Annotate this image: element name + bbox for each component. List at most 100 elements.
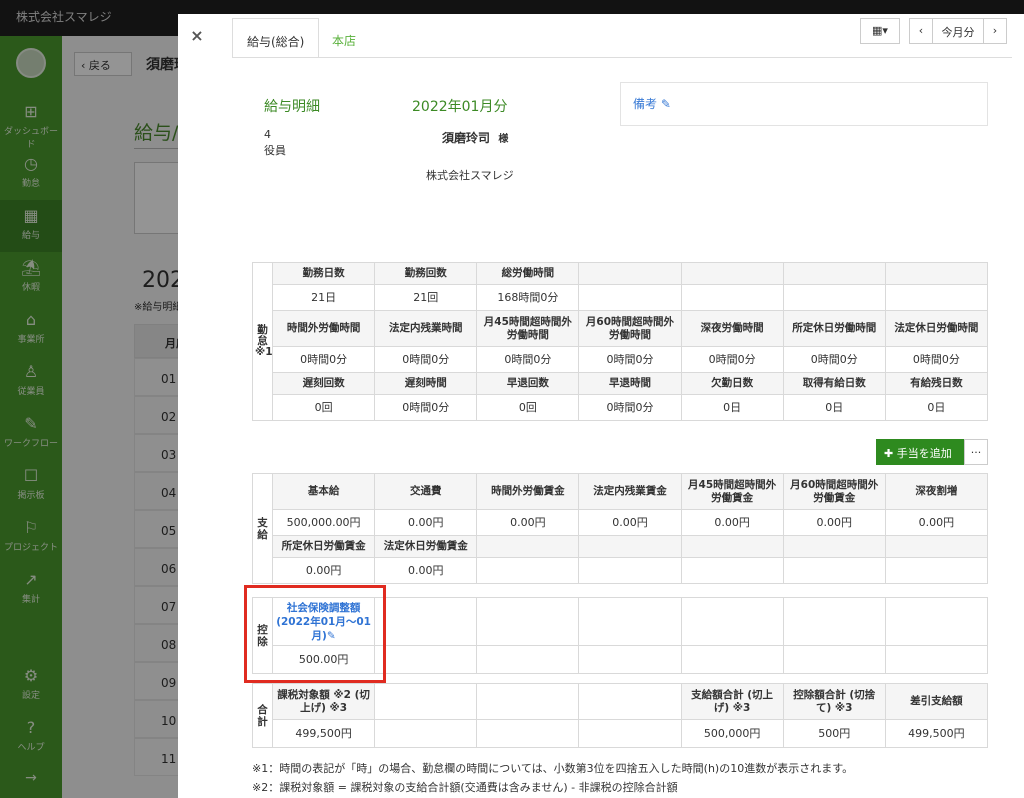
attendance-header-cell: 遅刻時間: [374, 372, 478, 395]
attendance-value-cell: 0時間0分: [272, 346, 376, 373]
payment-value-cell: 0.00円: [476, 509, 580, 536]
empty-cell: [578, 645, 682, 674]
attendance-header-cell: 遅刻回数: [272, 372, 376, 395]
add-allowance-label: 手当を追加: [896, 447, 952, 460]
attendance-value-cell: 0回: [272, 394, 376, 421]
payment-value-cell: 0.00円: [680, 509, 784, 536]
empty-cell: [884, 557, 989, 584]
attendance-header-cell: 月60時間超時間外労働時間: [578, 310, 682, 347]
empty-cell: [476, 557, 580, 584]
payment-value-cell: 0.00円: [782, 509, 886, 536]
attendance-header-cell: 取得有給日数: [782, 372, 886, 395]
add-allowance-button[interactable]: ✚ 手当を追加: [876, 439, 964, 465]
deduction-total-value: 500円: [782, 719, 886, 748]
highlight-box: [244, 585, 386, 683]
empty-cell: [578, 719, 682, 748]
payment-header-cell: 月60時間超時間外労働賃金: [782, 473, 886, 510]
attendance-header-cell: 欠勤日数: [680, 372, 784, 395]
attendance-header-cell: 時間外労働時間: [272, 310, 376, 347]
tab-total[interactable]: 給与(総合): [232, 18, 320, 58]
taxable-header: 課税対象額 ※2 (切上げ) ※3: [272, 683, 376, 720]
company-label: 株式会社スマレジ: [426, 169, 514, 182]
attendance-value-cell: 0時間0分: [374, 394, 478, 421]
calendar-dropdown-button[interactable]: ▦▾: [860, 18, 900, 44]
attendance-value-cell: 168時間0分: [476, 284, 580, 311]
footnote-2: ※2：課税対象額 = 課税対象の支給合計額(交通費は含みません) - 非課税の控…: [252, 781, 678, 794]
empty-cell: [578, 262, 682, 285]
empty-cell: [680, 597, 784, 646]
prev-month-button[interactable]: ‹: [909, 18, 933, 44]
attendance-value-cell: 0日: [782, 394, 886, 421]
empty-cell: [476, 597, 580, 646]
payment-header-cell: 法定休日労働賃金: [374, 535, 478, 558]
attendance-value-cell: 0時間0分: [884, 346, 989, 373]
attendance-value-cell: 0時間0分: [680, 346, 784, 373]
payment-value-cell: 0.00円: [884, 509, 989, 536]
attendance-header-cell: 法定内残業時間: [374, 310, 478, 347]
remark-box: 備考 ✎: [620, 82, 988, 126]
empty-cell: [782, 262, 886, 285]
empty-cell: [782, 557, 886, 584]
current-month-button[interactable]: 今月分: [932, 18, 984, 44]
empty-cell: [680, 557, 784, 584]
payment-value-cell: 0.00円: [272, 557, 376, 584]
payment-header-cell: 月45時間超時間外労働賃金: [680, 473, 784, 510]
payment-header-cell: 時間外労働賃金: [476, 473, 580, 510]
empty-cell: [374, 645, 478, 674]
payment-value-cell: 0.00円: [374, 557, 478, 584]
tab-honten[interactable]: 本店: [318, 18, 370, 58]
attendance-value-cell: 21回: [374, 284, 478, 311]
attendance-header-cell: 早退回数: [476, 372, 580, 395]
employee-number: 4: [264, 128, 271, 141]
empty-cell: [680, 645, 784, 674]
attendance-value-cell: 21日: [272, 284, 376, 311]
empty-cell: [782, 645, 886, 674]
employee-position: 役員: [264, 144, 286, 157]
empty-cell: [476, 683, 580, 720]
attendance-value-cell: 0時間0分: [578, 346, 682, 373]
attendance-header-cell: 総労働時間: [476, 262, 580, 285]
attendance-header-cell: 深夜労働時間: [680, 310, 784, 347]
attendance-value-cell: 0時間0分: [476, 346, 580, 373]
payment-table: 支給 基本給 交通費 時間外労働賃金 法定内残業賃金 月45時間超時間外労働賃金 月60時間…: [251, 473, 989, 584]
attendance-header-cell: 勤務日数: [272, 262, 376, 285]
attendance-value-cell: 0日: [680, 394, 784, 421]
payment-value-cell: 0.00円: [374, 509, 478, 536]
attendance-table: 勤怠※1 勤務日数 勤務回数 総労働時間 21日 21回 168時間0分 時間外労働時間 法定内…: [251, 262, 989, 421]
attendance-header-cell: 月45時間超時間外労働時間: [476, 310, 580, 347]
total-table: 合計 課税対象額 ※2 (切上げ) ※3 支給額合計 (切上げ) ※3 控除額合…: [251, 683, 989, 748]
employee-name: 須磨玲司 様: [442, 129, 508, 146]
more-options-button[interactable]: ···: [964, 439, 988, 465]
empty-cell: [578, 683, 682, 720]
payment-header-cell: 所定休日労働賃金: [272, 535, 376, 558]
deduction-total-header: 控除額合計 (切捨て) ※3: [782, 683, 886, 720]
footnote-1: ※1：時間の表記が「時」の場合、勤怠欄の時間については、小数第3位を四捨五入した…: [252, 762, 854, 775]
payment-header-cell: 交通費: [374, 473, 478, 510]
attendance-header-cell: 法定休日労働時間: [884, 310, 989, 347]
calendar-icon: ▦▾: [872, 24, 888, 37]
net-pay-header: 差引支給額: [884, 683, 989, 720]
empty-cell: [578, 535, 682, 558]
next-month-button[interactable]: ›: [983, 18, 1007, 44]
empty-cell: [476, 535, 580, 558]
pencil-icon: ✎: [660, 97, 671, 111]
close-button[interactable]: ×: [178, 14, 216, 58]
attendance-header-cell: 早退時間: [578, 372, 682, 395]
attendance-value-cell: 0時間0分: [374, 346, 478, 373]
empty-cell: [578, 597, 682, 646]
honorific: 様: [498, 134, 509, 145]
empty-cell: [782, 535, 886, 558]
tab-divider: [232, 57, 1012, 58]
employee-name-text: 須磨玲司: [442, 131, 491, 145]
payslip-period: 2022年01月分: [412, 99, 508, 115]
attendance-header-cell: 有給残日数: [884, 372, 989, 395]
remark-link[interactable]: 備考 ✎: [633, 97, 671, 111]
net-pay-value: 499,500円: [884, 719, 989, 748]
remark-label: 備考: [633, 97, 658, 111]
empty-cell: [476, 719, 580, 748]
taxable-value: 499,500円: [272, 719, 376, 748]
payslip-label: 給与明細: [264, 99, 320, 115]
empty-cell: [884, 284, 989, 311]
attendance-value-cell: 0日: [884, 394, 989, 421]
empty-cell: [578, 557, 682, 584]
